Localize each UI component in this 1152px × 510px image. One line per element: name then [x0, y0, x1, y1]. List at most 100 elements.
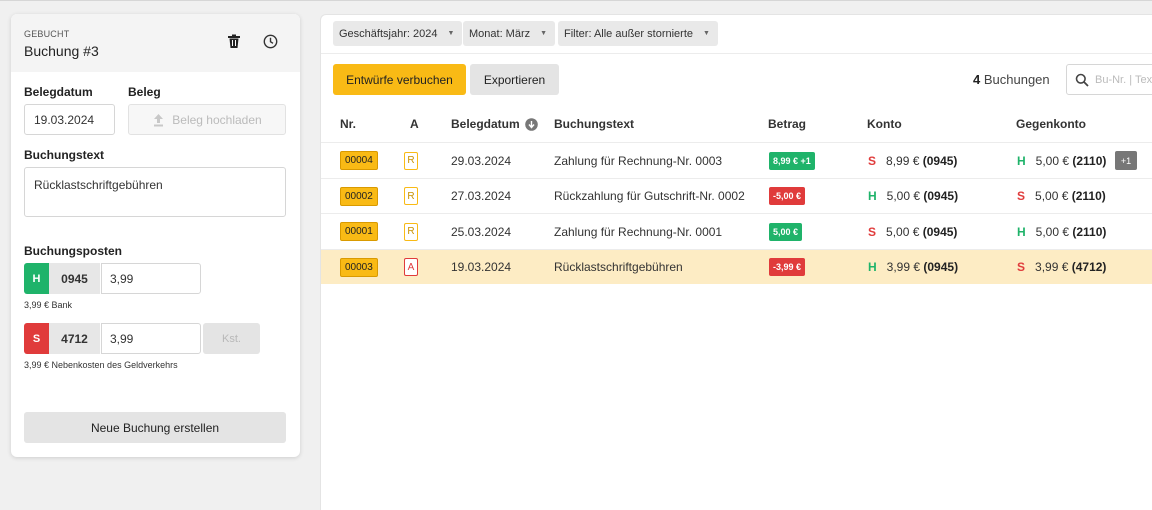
export-button[interactable]: Exportieren — [470, 64, 559, 95]
cell-betrag: 5,00 € — [769, 214, 803, 249]
gegenkonto-account: (2110) — [1072, 224, 1107, 239]
konto-side: S — [868, 224, 877, 239]
cell-betrag: 8,99 € +1 — [769, 143, 815, 178]
filter-fiscal-year[interactable]: Geschäftsjahr: 2024 ▼ — [333, 21, 463, 46]
col-betrag[interactable]: Betrag — [768, 117, 806, 131]
filter-status[interactable]: Filter: Alle außer stornierte ▼ — [558, 21, 718, 46]
gegenkonto-side: S — [1017, 260, 1026, 274]
col-belegdatum-label: Belegdatum — [451, 117, 520, 131]
konto-amount: 8,99 € — [886, 153, 923, 168]
table-row[interactable]: 00003 A 19.03.2024 Rücklastschriftgebühren -… — [321, 248, 1152, 285]
more-accounts-badge[interactable]: +1 — [1115, 151, 1137, 170]
top-border — [0, 0, 1152, 1]
gegenkonto-account: (2110) — [1072, 153, 1107, 168]
posten-side-soll[interactable]: S — [24, 323, 49, 354]
posten-hint: 3,99 € Bank — [24, 300, 73, 310]
posten-account[interactable]: 0945 — [49, 263, 100, 294]
cell-konto: H 3,99 € (0945) — [868, 250, 958, 285]
clock-icon[interactable] — [261, 32, 279, 50]
bookings-panel: Geschäftsjahr: 2024 ▼ Monat: März ▼ Filter… — [320, 14, 1152, 510]
trash-icon[interactable] — [225, 32, 243, 50]
konto-amount: 5,00 € — [886, 189, 924, 203]
booking-count: 4 Buchungen — [973, 72, 1050, 87]
amount-badge: 5,00 € — [769, 222, 803, 241]
posten-amount-input[interactable]: 3,99 — [101, 323, 201, 354]
type-badge: R — [404, 187, 418, 205]
konto-account: (0945) — [922, 224, 958, 239]
cell-konto: S 8,99 € (0945) — [868, 143, 957, 178]
cell-betrag: -3,99 € — [769, 250, 806, 285]
buchungsposten-label: Buchungsposten — [24, 244, 122, 258]
cell-betrag: -5,00 € — [769, 179, 806, 214]
upload-beleg-button[interactable]: Beleg hochladen — [128, 104, 286, 135]
cell-nr: 00002 — [340, 179, 378, 214]
konto-amount: 3,99 € — [886, 260, 924, 274]
cell-a: R — [404, 214, 418, 249]
col-nr[interactable]: Nr. — [340, 117, 356, 131]
col-belegdatum[interactable]: Belegdatum — [451, 117, 538, 131]
cell-gegenkonto: H 5,00 € (2110) — [1017, 143, 1106, 178]
cell-a: A — [404, 250, 418, 285]
posten-hint: 3,99 € Nebenkosten des Geldverkehrs — [24, 360, 178, 370]
filter-label: Filter: Alle außer stornierte — [564, 27, 693, 40]
type-badge: R — [404, 222, 418, 241]
booking-status: GEBUCHT — [24, 29, 70, 39]
booking-detail-panel: GEBUCHT Buchung #3 Belegdatum Beleg 19.0… — [11, 14, 300, 457]
post-drafts-button[interactable]: Entwürfe verbuchen — [333, 64, 466, 95]
buchungstext-input[interactable]: Rücklastschriftgebühren — [24, 167, 286, 217]
booking-number-badge: 00003 — [340, 257, 378, 277]
beleg-label: Beleg — [128, 85, 161, 99]
booking-count-label: Buchungen — [983, 72, 1050, 87]
upload-icon — [154, 113, 164, 126]
posten-account[interactable]: 4712 — [49, 323, 100, 354]
cell-a: R — [404, 143, 418, 178]
amount-badge: -3,99 € — [769, 258, 806, 276]
konto-side: H — [868, 189, 877, 203]
posten-amount-input[interactable]: 3,99 — [101, 263, 201, 294]
filter-label: Geschäftsjahr: 2024 — [339, 27, 438, 40]
col-buchungstext[interactable]: Buchungstext — [554, 117, 634, 131]
cell-buchungstext: Rückzahlung für Gutschrift-Nr. 0002 — [554, 189, 745, 203]
posten-side-haben[interactable]: H — [24, 263, 49, 294]
cell-buchungstext: Zahlung für Rechnung-Nr. 0003 — [554, 153, 723, 168]
gegenkonto-account: (2110) — [1071, 189, 1106, 203]
kostenstelle-button[interactable]: Kst. — [203, 323, 260, 354]
konto-side: H — [868, 260, 877, 274]
cell-nr: 00004 — [340, 143, 378, 178]
gegenkonto-amount: 3,99 € — [1035, 260, 1072, 274]
table-row[interactable]: 00001 R 25.03.2024 Zahlung für Rechnung-Nr.… — [321, 213, 1152, 248]
booking-title: Buchung #3 — [24, 43, 99, 59]
chevron-down-icon: ▼ — [703, 30, 710, 37]
booking-count-number: 4 — [973, 72, 981, 87]
sort-down-icon — [524, 117, 538, 131]
booking-number-badge: 00004 — [340, 151, 378, 170]
chevron-down-icon: ▼ — [447, 30, 455, 37]
booking-header: GEBUCHT Buchung #3 — [11, 14, 300, 72]
belegdatum-label: Belegdatum — [24, 85, 93, 99]
type-badge: R — [404, 151, 418, 170]
konto-side: S — [868, 153, 877, 168]
konto-account: (0945) — [923, 189, 959, 203]
gegenkonto-amount: 5,00 € — [1035, 153, 1073, 168]
gegenkonto-side: S — [1017, 189, 1026, 203]
table-row[interactable]: 00004 R 29.03.2024 Zahlung für Rechnung-Nr.… — [321, 142, 1152, 177]
table-row[interactable]: 00002 R 27.03.2024 Rückzahlung für Gutschri… — [321, 177, 1152, 214]
cell-belegdatum: 19.03.2024 — [451, 260, 512, 274]
konto-account: (0945) — [922, 153, 958, 168]
col-konto[interactable]: Konto — [867, 117, 902, 131]
filter-bar: Geschäftsjahr: 2024 ▼ Monat: März ▼ Filter… — [321, 15, 1152, 54]
search-input[interactable]: Bu-Nr. | Text — [1066, 64, 1152, 95]
buchungstext-label: Buchungstext — [24, 148, 105, 162]
gegenkonto-account: (4712) — [1071, 260, 1107, 274]
col-gegenkonto[interactable]: Gegenkonto — [1016, 117, 1086, 131]
cell-belegdatum: 29.03.2024 — [451, 153, 512, 168]
cell-buchungstext: Rücklastschriftgebühren — [554, 260, 683, 274]
cell-gegenkonto: H 5,00 € (2110) — [1017, 214, 1106, 249]
filter-month[interactable]: Monat: März ▼ — [463, 21, 556, 46]
belegdatum-input[interactable]: 19.03.2024 — [24, 104, 115, 135]
new-booking-button[interactable]: Neue Buchung erstellen — [24, 412, 286, 443]
cell-gegenkonto: S 3,99 € (4712) — [1017, 250, 1106, 285]
upload-label: Beleg hochladen — [172, 112, 262, 127]
col-a[interactable]: A — [410, 117, 419, 131]
gegenkonto-amount: 5,00 € — [1035, 224, 1073, 239]
